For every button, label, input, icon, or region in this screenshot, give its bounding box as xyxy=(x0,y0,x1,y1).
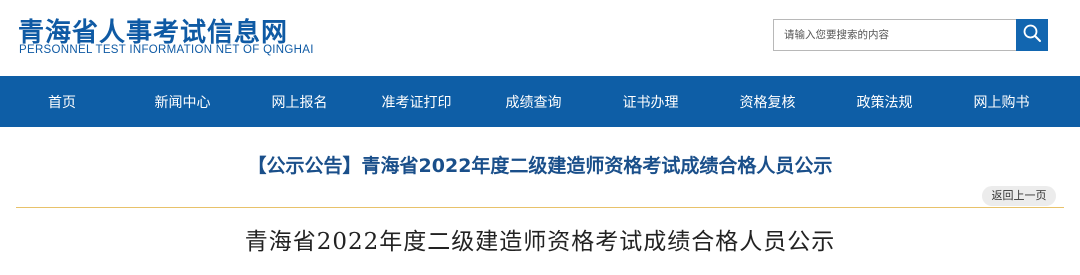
site-header: 青海省人事考试信息网 PERSONNEL TEST INFORMATION NE… xyxy=(0,0,1080,76)
search-input[interactable] xyxy=(773,19,1016,51)
nav-item-admission-ticket[interactable]: 准考证打印 xyxy=(358,92,475,112)
search-bar xyxy=(773,19,1048,51)
title-divider xyxy=(16,207,1064,208)
nav-item-certificate[interactable]: 证书办理 xyxy=(592,92,709,112)
search-icon xyxy=(1022,23,1042,47)
nav-item-home[interactable]: 首页 xyxy=(0,92,124,112)
page-title: 【公示公告】青海省2022年度二级建造师资格考试成绩合格人员公示 xyxy=(247,155,833,177)
site-logo-subtitle: PERSONNEL TEST INFORMATION NET OF QINGHA… xyxy=(19,44,314,56)
main-nav: 首页 新闻中心 网上报名 准考证打印 成绩查询 证书办理 资格复核 政策法规 网… xyxy=(0,76,1080,127)
nav-item-news[interactable]: 新闻中心 xyxy=(124,92,241,112)
nav-item-score-query[interactable]: 成绩查询 xyxy=(475,92,592,112)
nav-item-bookstore[interactable]: 网上购书 xyxy=(943,92,1060,112)
nav-item-policy[interactable]: 政策法规 xyxy=(826,92,943,112)
article-heading: 青海省2022年度二级建造师资格考试成绩合格人员公示 xyxy=(244,229,836,255)
search-button[interactable] xyxy=(1016,19,1048,51)
nav-item-registration[interactable]: 网上报名 xyxy=(241,92,358,112)
back-button[interactable]: 返回上一页 xyxy=(982,186,1056,206)
nav-item-qualification-review[interactable]: 资格复核 xyxy=(709,92,826,112)
